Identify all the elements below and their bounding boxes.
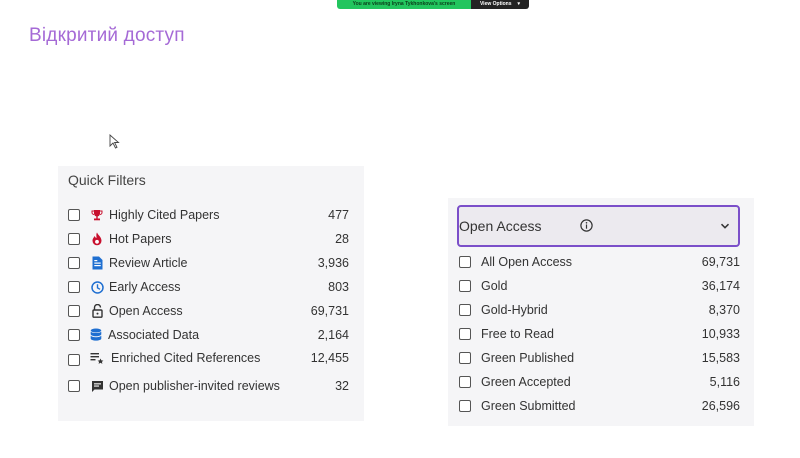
option-label: Gold-Hybrid: [481, 303, 548, 317]
unlock-icon: [89, 303, 105, 319]
checkbox[interactable]: [459, 400, 471, 412]
checkbox[interactable]: [68, 353, 80, 366]
checkbox[interactable]: [459, 280, 471, 292]
filter-associated-data[interactable]: Associated Data 2,164: [58, 325, 364, 345]
filter-label: Open publisher-invited reviews: [109, 379, 280, 393]
filter-count: 32: [335, 379, 349, 393]
chevron-down-icon[interactable]: [720, 221, 730, 231]
database-icon: [88, 327, 104, 343]
filter-label: Highly Cited Papers: [109, 208, 220, 222]
oa-option-free-to-read[interactable]: Free to Read 10,933: [448, 324, 754, 344]
option-count: 8,370: [708, 303, 740, 317]
oa-option-green-accepted[interactable]: Green Accepted 5,116: [448, 372, 754, 392]
oa-option-gold-hybrid[interactable]: Gold-Hybrid 8,370: [448, 300, 754, 320]
filter-hot-papers[interactable]: Hot Papers 28: [58, 229, 364, 249]
filter-count: 477: [328, 208, 349, 222]
view-options-label: View Options: [479, 1, 512, 7]
chevron-down-icon: ▾: [517, 1, 521, 7]
option-label: Green Accepted: [481, 375, 571, 389]
option-count: 15,583: [701, 351, 740, 365]
page-title: Відкритий доступ: [29, 25, 185, 46]
option-label: Green Submitted: [481, 399, 576, 413]
checkbox[interactable]: [459, 256, 471, 268]
filter-label: Review Article: [109, 256, 188, 270]
checkbox[interactable]: [459, 376, 471, 388]
filter-highly-cited-papers[interactable]: Highly Cited Papers 477: [58, 205, 364, 225]
view-options-button[interactable]: View Options ▾: [471, 0, 529, 9]
filter-label: Associated Data: [108, 328, 200, 342]
quick-filters-panel: Quick Filters Highly Cited Papers 477 Ho…: [58, 166, 364, 421]
oa-option-all-open-access[interactable]: All Open Access 69,731: [448, 252, 754, 272]
oa-option-green-published[interactable]: Green Published 15,583: [448, 348, 754, 368]
document-icon: [89, 255, 105, 271]
filter-label: Early Access: [109, 280, 181, 294]
filter-count: 803: [328, 280, 349, 294]
option-count: 26,596: [701, 399, 740, 413]
option-count: 10,933: [701, 327, 740, 341]
checkbox[interactable]: [68, 281, 80, 293]
checkbox[interactable]: [68, 233, 80, 245]
filter-count: 69,731: [310, 304, 349, 318]
comment-icon: [89, 378, 105, 394]
filter-label: Enriched Cited References: [111, 351, 261, 365]
flame-icon: [89, 231, 105, 247]
filter-count: 28: [335, 232, 349, 246]
filter-early-access[interactable]: Early Access 803: [58, 277, 364, 297]
checkbox[interactable]: [68, 329, 80, 341]
quick-filters-title: Quick Filters: [68, 172, 146, 188]
checkbox[interactable]: [68, 257, 80, 269]
clock-icon: [89, 279, 105, 295]
checkbox[interactable]: [68, 305, 80, 317]
filter-open-publisher-invited-reviews[interactable]: Open publisher-invited reviews 32: [58, 376, 364, 396]
list-star-icon: [89, 350, 105, 366]
filter-label: Open Access: [109, 304, 183, 318]
checkbox[interactable]: [459, 352, 471, 364]
filter-count: 3,936: [317, 256, 349, 270]
checkbox[interactable]: [68, 209, 80, 221]
open-access-dropdown[interactable]: Open Access: [457, 205, 740, 247]
option-label: All Open Access: [481, 255, 573, 269]
filter-review-article[interactable]: Review Article 3,936: [58, 253, 364, 273]
filter-label: Hot Papers: [109, 232, 172, 246]
option-count: 69,731: [701, 255, 740, 269]
option-count: 36,174: [701, 279, 740, 293]
info-icon[interactable]: [580, 219, 593, 232]
trophy-icon: [89, 207, 105, 223]
filter-open-access[interactable]: Open Access 69,731: [58, 301, 364, 321]
mouse-cursor-icon: [109, 134, 120, 149]
open-access-title: Open Access: [459, 218, 542, 234]
option-label: Free to Read: [481, 327, 554, 341]
option-label: Green Published: [481, 351, 575, 365]
filter-enriched-cited-references[interactable]: Enriched Cited References 12,455: [58, 348, 364, 368]
option-label: Gold: [481, 279, 508, 293]
checkbox[interactable]: [459, 328, 471, 340]
oa-option-gold[interactable]: Gold 36,174: [448, 276, 754, 296]
screen-share-bar: You are viewing Iryna Tykhonkova's scree…: [337, 0, 529, 9]
checkbox[interactable]: [459, 304, 471, 316]
checkbox[interactable]: [68, 380, 80, 392]
option-count: 5,116: [709, 375, 740, 389]
filter-count: 2,164: [317, 328, 349, 342]
oa-option-green-submitted[interactable]: Green Submitted 26,596: [448, 396, 754, 416]
filter-count: 12,455: [310, 351, 349, 365]
screen-share-message: You are viewing Iryna Tykhonkova's scree…: [337, 0, 471, 9]
open-access-panel: Open Access All Open Access 69,731 Gold …: [448, 198, 754, 426]
